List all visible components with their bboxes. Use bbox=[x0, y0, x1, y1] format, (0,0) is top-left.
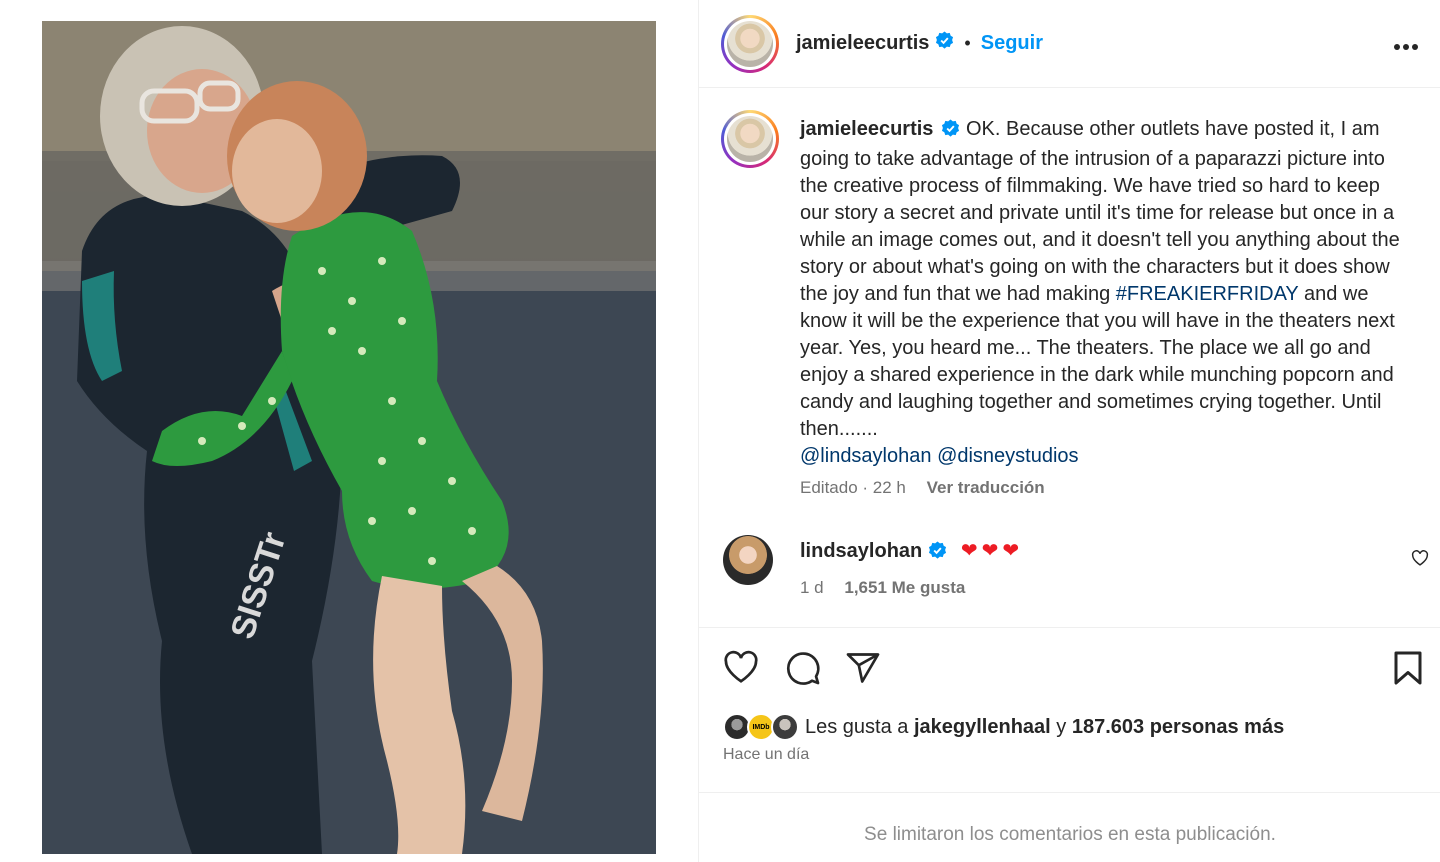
bookmark-icon[interactable] bbox=[1393, 650, 1423, 691]
imdb-badge-text: IMDb bbox=[752, 723, 770, 731]
comment-hearts: ❤❤❤ bbox=[960, 540, 1024, 562]
media-panel: SISSTr bbox=[0, 0, 698, 862]
heart-icon[interactable] bbox=[723, 650, 759, 689]
separator-dot: • bbox=[964, 32, 971, 53]
post-header: jamieleecurtis • Seguir bbox=[699, 0, 1440, 88]
post-photo-illustration: SISSTr bbox=[42, 21, 656, 854]
commenter-username[interactable]: lindsaylohan bbox=[800, 540, 922, 562]
caption-meta: Editado · 22 h Ver traducción bbox=[800, 478, 1045, 498]
caption-author-avatar[interactable] bbox=[721, 110, 779, 168]
comment-likes-count[interactable]: 1,651 Me gusta bbox=[844, 578, 965, 597]
caption-text: jamieleecurtis OK. Because other outlets… bbox=[800, 116, 1410, 470]
header-user-line: jamieleecurtis • Seguir bbox=[796, 31, 1043, 55]
verified-badge-icon bbox=[941, 119, 960, 146]
caption-username[interactable]: jamieleecurtis bbox=[800, 118, 933, 140]
caption-body-1: OK. Because other outlets have posted it… bbox=[800, 118, 1400, 305]
share-icon[interactable] bbox=[845, 650, 881, 691]
likes-summary: IMDb Les gusta a jakegyllenhaal y 187.60… bbox=[723, 712, 1284, 742]
follow-button[interactable]: Seguir bbox=[981, 32, 1043, 55]
likes-prefix: Les gusta a bbox=[805, 715, 914, 738]
comment-heart-icon[interactable] bbox=[1411, 550, 1429, 571]
author-username[interactable]: jamieleecurtis bbox=[796, 32, 929, 55]
liker-avatar bbox=[771, 713, 799, 741]
more-options-icon[interactable] bbox=[1393, 38, 1419, 56]
comments-limited-notice: Se limitaron los comentarios en esta pub… bbox=[699, 792, 1440, 862]
likes-count[interactable]: 187.603 personas más bbox=[1072, 716, 1284, 738]
verified-badge-icon bbox=[928, 541, 947, 566]
commenter-avatar[interactable] bbox=[723, 535, 773, 585]
liker-avatars[interactable]: IMDb bbox=[723, 713, 801, 741]
likes-text: Les gusta a jakegyllenhaal y 187.603 per… bbox=[805, 716, 1284, 739]
mention-link-lindsaylohan[interactable]: @lindsaylohan bbox=[800, 445, 932, 467]
comment-age: 1 d bbox=[800, 578, 824, 597]
post-actions: IMDb Les gusta a jakegyllenhaal y 187.60… bbox=[699, 627, 1440, 797]
mention-link-disneystudios[interactable]: @disneystudios bbox=[937, 445, 1078, 467]
comment-meta: 1 d 1,651 Me gusta bbox=[800, 578, 965, 598]
comment-text: lindsaylohan ❤❤❤ bbox=[800, 538, 1023, 566]
verified-badge-icon bbox=[935, 31, 954, 55]
hashtag-link[interactable]: #FREAKIERFRIDAY bbox=[1116, 283, 1299, 305]
post-time: Hace un día bbox=[723, 746, 810, 763]
edited-timestamp: Editado · 22 h bbox=[800, 478, 906, 497]
see-translation-button[interactable]: Ver traducción bbox=[927, 478, 1045, 497]
author-avatar[interactable] bbox=[721, 15, 779, 73]
comment-icon[interactable] bbox=[785, 650, 821, 691]
post-photo[interactable]: SISSTr bbox=[42, 21, 656, 854]
post-sidebar: jamieleecurtis • Seguir jamieleecurtis O… bbox=[698, 0, 1440, 862]
caption-body-2: and we know it will be the experience th… bbox=[800, 283, 1395, 440]
liker-username[interactable]: jakegyllenhaal bbox=[914, 716, 1051, 738]
likes-middle: y bbox=[1050, 715, 1072, 738]
